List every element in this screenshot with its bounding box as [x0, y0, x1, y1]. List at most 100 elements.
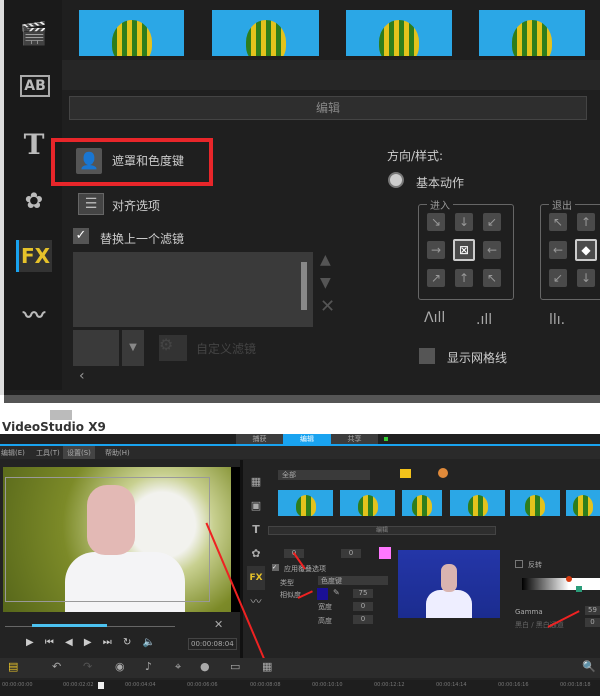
- transition-icon[interactable]: ✿: [16, 185, 52, 217]
- storyboard-icon[interactable]: ▤: [8, 660, 18, 673]
- edit-header[interactable]: 编辑: [69, 96, 587, 120]
- motion-track-icon[interactable]: ⌖: [175, 660, 181, 674]
- thumbnail[interactable]: [212, 10, 319, 56]
- path-icon[interactable]: 〰: [16, 298, 52, 330]
- arrow-icon[interactable]: ↑: [577, 213, 595, 231]
- split-screen-icon[interactable]: ▦: [262, 660, 272, 673]
- similarity-field[interactable]: 75: [353, 589, 373, 598]
- scrollbar[interactable]: [301, 262, 307, 310]
- tab-share[interactable]: 共享: [331, 434, 378, 444]
- invert-checkbox[interactable]: [515, 560, 523, 568]
- playback-controls[interactable]: ▶ ⏮ ◀ ▶ ⏭ ↻ 🔈: [26, 637, 159, 648]
- arrow-icon[interactable]: ←: [483, 241, 501, 259]
- align-options[interactable]: 对齐选项: [112, 197, 160, 214]
- multi-cam-icon[interactable]: ●: [200, 660, 210, 673]
- collapse-icon[interactable]: ‹: [79, 368, 85, 384]
- folder-icon[interactable]: [400, 469, 411, 478]
- undo-icon[interactable]: ↶: [52, 660, 61, 673]
- ease-icon[interactable]: ᐱıll: [424, 310, 445, 326]
- path-icon[interactable]: 〰: [247, 590, 265, 614]
- cut-icon[interactable]: ✕: [214, 618, 223, 631]
- blend-field[interactable]: 0: [585, 618, 600, 627]
- arrow-icon[interactable]: ↘: [427, 213, 445, 231]
- media-icon[interactable]: ▦: [247, 470, 265, 494]
- center-icon[interactable]: ⊠: [453, 239, 475, 261]
- effects-panel-screenshot: 🎬 AB T ✿ FX 〰 编辑 👤 遮罩和色度键 ☰ 对齐选项 ✓ 替换上一个…: [0, 0, 600, 395]
- zoom-icon[interactable]: 🔍: [582, 660, 596, 673]
- custom-filter-icon[interactable]: ⚙: [159, 335, 187, 361]
- trim-range[interactable]: [32, 624, 107, 627]
- arrow-icon[interactable]: ↓: [455, 213, 473, 231]
- key-color-swatch[interactable]: [317, 588, 328, 600]
- basic-motion-radio[interactable]: [388, 172, 404, 188]
- gamma-slider[interactable]: [522, 576, 600, 592]
- video-preview[interactable]: [3, 467, 231, 612]
- thumbnail[interactable]: [510, 490, 560, 516]
- mask-chroma-key-option[interactable]: 遮罩和色度键: [112, 152, 184, 169]
- arrow-icon[interactable]: →: [427, 241, 445, 259]
- fx-icon[interactable]: FX: [247, 566, 265, 590]
- arrow-icon[interactable]: ↑: [455, 269, 473, 287]
- preset-dropdown[interactable]: ▼: [122, 330, 144, 366]
- library-filter-dropdown[interactable]: 全部: [278, 470, 370, 480]
- menu-help[interactable]: 帮助(H): [105, 448, 130, 458]
- arrow-icon[interactable]: ←: [549, 241, 567, 259]
- move-up-icon[interactable]: ▲: [320, 252, 331, 268]
- arrow-icon[interactable]: ↖: [549, 213, 567, 231]
- thumbnail[interactable]: [479, 10, 585, 56]
- instant-project-icon[interactable]: ▣: [247, 494, 265, 518]
- move-down-icon[interactable]: ▼: [320, 275, 331, 291]
- sound-icon[interactable]: [438, 468, 448, 478]
- tab-capture[interactable]: 捕获: [236, 434, 283, 444]
- gamma-field[interactable]: 59: [585, 606, 600, 615]
- thumbnail[interactable]: [278, 490, 333, 516]
- timeline-ruler[interactable]: 00:00:00:00 00:00:02:02 00:00:04:04 00:0…: [0, 680, 600, 696]
- timecode[interactable]: 00:00:08:04: [188, 638, 237, 650]
- ease-in-icon[interactable]: .ıll: [476, 312, 492, 328]
- overlay-options-checkbox[interactable]: ✓: [272, 564, 279, 571]
- title-t-icon[interactable]: T: [247, 518, 265, 542]
- thumbnail[interactable]: [340, 490, 395, 516]
- border-field[interactable]: 0: [341, 549, 361, 558]
- fx-icon[interactable]: FX: [16, 240, 52, 272]
- menu-settings[interactable]: 设置(S): [63, 446, 95, 459]
- menu-tools[interactable]: 工具(T): [36, 448, 60, 458]
- arrow-icon[interactable]: ↓: [577, 269, 595, 287]
- arrow-icon[interactable]: ↙: [549, 269, 567, 287]
- redo-icon[interactable]: ↷: [83, 660, 92, 673]
- transition-icon[interactable]: ✿: [247, 542, 265, 566]
- center-icon[interactable]: ◆: [575, 239, 597, 261]
- thumbnail[interactable]: [402, 490, 442, 516]
- thumbnail[interactable]: [79, 10, 184, 56]
- thumbnail[interactable]: [346, 10, 452, 56]
- tab-edit[interactable]: 编辑: [283, 434, 331, 444]
- arrow-icon[interactable]: ↙: [483, 213, 501, 231]
- type-dropdown[interactable]: 色度键: [318, 576, 388, 585]
- height-field[interactable]: 0: [353, 615, 373, 624]
- filter-list[interactable]: [73, 252, 313, 327]
- thumbnail[interactable]: [566, 490, 600, 516]
- playhead[interactable]: [98, 682, 104, 689]
- custom-filter-button[interactable]: 自定义滤镜: [196, 340, 256, 357]
- show-grid-checkbox[interactable]: [419, 348, 435, 364]
- thumbnail[interactable]: [450, 490, 505, 516]
- text-ab-icon[interactable]: AB: [20, 75, 50, 97]
- subtitle-icon[interactable]: ▭: [230, 660, 240, 673]
- width-field[interactable]: 0: [353, 602, 373, 611]
- arrow-icon[interactable]: ↗: [427, 269, 445, 287]
- audio-mixer-icon[interactable]: ♪: [145, 660, 152, 673]
- arrow-icon[interactable]: ↖: [483, 269, 501, 287]
- media-icon[interactable]: 🎬: [16, 18, 52, 50]
- replace-filter-checkbox[interactable]: ✓: [73, 228, 89, 244]
- edit-header[interactable]: 编辑: [268, 526, 496, 535]
- title-t-icon[interactable]: T: [16, 128, 52, 161]
- ease-out-icon[interactable]: llı.: [549, 312, 565, 328]
- mask-person-icon[interactable]: 👤: [76, 148, 102, 174]
- eyedropper-icon[interactable]: ✎: [333, 588, 340, 597]
- border-color-swatch[interactable]: [379, 547, 391, 559]
- menu-edit[interactable]: 编辑(E): [1, 448, 25, 458]
- filter-preset[interactable]: [73, 330, 119, 366]
- record-icon[interactable]: ◉: [115, 660, 125, 673]
- align-icon[interactable]: ☰: [78, 193, 104, 215]
- delete-icon[interactable]: ✕: [320, 296, 335, 317]
